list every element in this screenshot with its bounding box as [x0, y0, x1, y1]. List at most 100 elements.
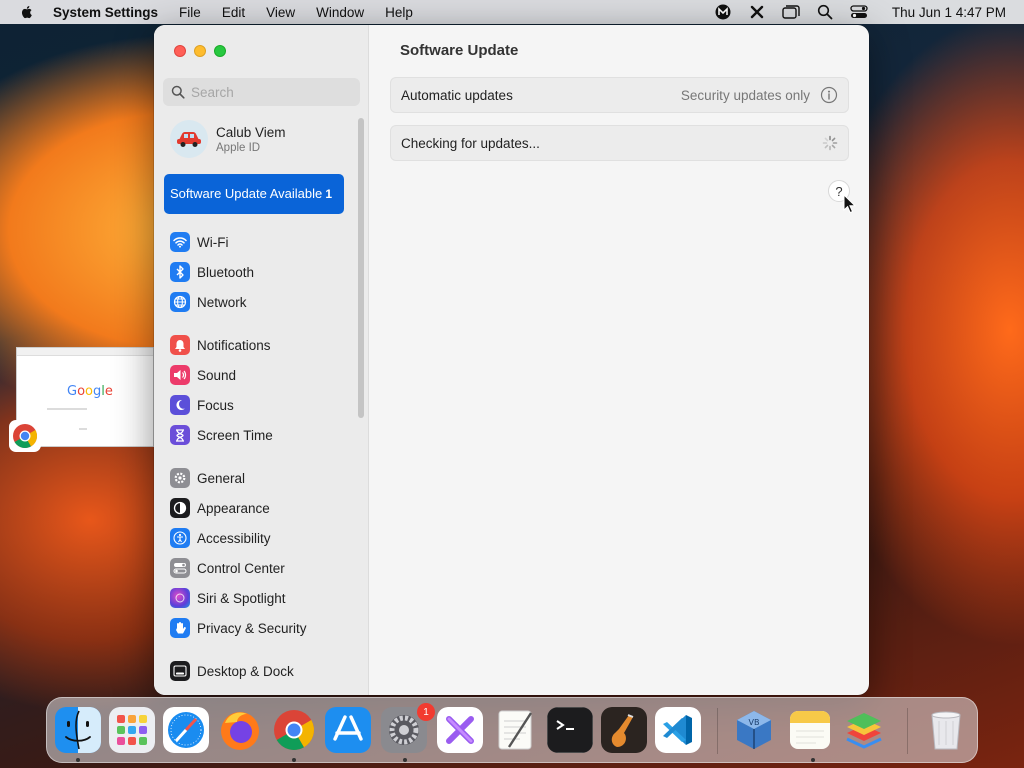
siri-icon: [170, 588, 190, 608]
menu-edit[interactable]: Edit: [222, 5, 245, 20]
sidebar-item-label: Control Center: [197, 560, 285, 576]
menu-help[interactable]: Help: [385, 5, 413, 20]
sidebar-item-sound[interactable]: Sound: [170, 360, 273, 390]
virtualbox-icon[interactable]: VB: [731, 707, 777, 753]
menu-bar: System Settings File Edit View Window He…: [0, 0, 1024, 24]
thumbnail-line: [79, 428, 87, 430]
sidebar-item-label: Focus: [197, 397, 234, 413]
sidebar-item-control-center[interactable]: Control Center: [170, 553, 307, 583]
running-indicator: [403, 758, 407, 762]
sidebar-item-notifications[interactable]: Notifications: [170, 330, 273, 360]
app-menu[interactable]: System Settings: [53, 5, 158, 20]
sidebar-item-label: Software Update Available: [170, 186, 323, 201]
zoom-button[interactable]: [214, 45, 226, 57]
garageband-icon[interactable]: [601, 707, 647, 753]
minimize-button[interactable]: [194, 45, 206, 57]
search-field[interactable]: [163, 78, 360, 106]
xcode-instruments-icon[interactable]: [437, 707, 483, 753]
gear-icon: [170, 468, 190, 488]
finder-icon[interactable]: [55, 707, 101, 753]
sidebar-item-label: Screen Time: [197, 427, 273, 443]
window-switch-icon[interactable]: [782, 3, 800, 21]
hourglass-icon: [170, 425, 190, 445]
update-status-row: Checking for updates...: [390, 125, 849, 161]
running-indicator: [76, 758, 80, 762]
sidebar-scrollbar[interactable]: [358, 118, 364, 418]
trash-icon[interactable]: [923, 707, 969, 753]
sidebar-item-appearance[interactable]: Appearance: [170, 493, 307, 523]
sidebar-item-network[interactable]: Network: [170, 287, 254, 317]
sidebar-item-privacy-security[interactable]: Privacy & Security: [170, 613, 307, 643]
sidebar: Calub Viem Apple ID Software Update Avai…: [154, 25, 369, 695]
appearance-icon: [170, 498, 190, 518]
sidebar-item-siri-spotlight[interactable]: Siri & Spotlight: [170, 583, 307, 613]
chrome-icon[interactable]: [271, 707, 317, 753]
menu-file[interactable]: File: [179, 5, 201, 20]
control-center-icon[interactable]: [850, 3, 868, 21]
toggles-icon: [170, 558, 190, 578]
automatic-updates-value: Security updates only: [680, 87, 810, 103]
sidebar-item-desktop-dock[interactable]: Desktop & Dock: [170, 656, 294, 686]
notification-badge: 1: [417, 703, 435, 721]
sidebar-item-label: Network: [197, 294, 247, 310]
info-icon[interactable]: [820, 86, 838, 104]
page-title: Software Update: [400, 42, 519, 59]
menu-window[interactable]: Window: [316, 5, 364, 20]
vscode-icon[interactable]: [655, 707, 701, 753]
avatar: [170, 120, 208, 158]
sidebar-item-label: Appearance: [197, 500, 270, 516]
notes-icon[interactable]: [787, 707, 833, 753]
sidebar-item-software-update-available[interactable]: Software Update Available 1: [164, 174, 344, 214]
safari-icon[interactable]: [163, 707, 209, 753]
launchpad-icon[interactable]: [109, 707, 155, 753]
hand-icon: [170, 618, 190, 638]
loading-spinner-icon: [822, 135, 838, 151]
sidebar-item-label: Privacy & Security: [197, 620, 307, 636]
dock-icon: [170, 661, 190, 681]
menu-clock[interactable]: Thu Jun 1 4:47 PM: [892, 5, 1006, 20]
dock-separator: [907, 708, 908, 754]
chrome-icon[interactable]: [9, 420, 41, 452]
menu-view[interactable]: View: [266, 5, 295, 20]
sidebar-item-label: Notifications: [197, 337, 271, 353]
sidebar-item-screen-time[interactable]: Screen Time: [170, 420, 273, 450]
account-subtitle: Apple ID: [216, 141, 261, 154]
sidebar-item-focus[interactable]: Focus: [170, 390, 273, 420]
search-icon: [171, 85, 185, 99]
sidebar-item-label: Bluetooth: [197, 264, 255, 280]
app-store-icon[interactable]: [325, 707, 371, 753]
sidebar-group-general: General Appearance Accessibility Control…: [170, 463, 307, 643]
automatic-updates-row: Automatic updates Security updates only: [390, 77, 849, 113]
terminal-icon[interactable]: [547, 707, 593, 753]
sidebar-group-notifications: Notifications Sound Focus Screen Time: [170, 330, 273, 450]
close-button[interactable]: [174, 45, 186, 57]
apple-id-account[interactable]: Calub Viem Apple ID: [170, 120, 286, 158]
sidebar-item-wifi[interactable]: Wi-Fi: [170, 227, 254, 257]
dock: 1 VB: [46, 697, 978, 763]
x-tool-icon[interactable]: [748, 3, 766, 21]
accessibility-icon: [170, 528, 190, 548]
search-input[interactable]: [191, 84, 351, 100]
sidebar-item-accessibility[interactable]: Accessibility: [170, 523, 307, 553]
automatic-updates-label: Automatic updates: [401, 87, 513, 103]
dock-separator: [717, 708, 718, 754]
search-icon[interactable]: [816, 3, 834, 21]
mailplane-icon[interactable]: [714, 3, 732, 21]
sidebar-group-desktop: Desktop & Dock: [170, 656, 294, 686]
sidebar-item-label: General: [197, 470, 246, 486]
sidebar-item-general[interactable]: General: [170, 463, 307, 493]
textedit-icon[interactable]: [493, 707, 539, 753]
moon-icon: [170, 395, 190, 415]
window-controls: [174, 45, 234, 57]
svg-text:VB: VB: [749, 718, 760, 727]
sidebar-item-bluetooth[interactable]: Bluetooth: [170, 257, 254, 287]
globe-icon: [170, 292, 190, 312]
apple-menu-icon[interactable]: [19, 4, 35, 20]
bluestacks-icon[interactable]: [841, 707, 887, 753]
bluetooth-icon: [170, 262, 190, 282]
main-pane: Software Update Automatic updates Securi…: [370, 25, 869, 695]
wifi-icon: [170, 232, 190, 252]
sidebar-item-label: Accessibility: [197, 530, 271, 546]
firefox-icon[interactable]: [217, 707, 263, 753]
update-count-badge: 1: [325, 187, 332, 201]
